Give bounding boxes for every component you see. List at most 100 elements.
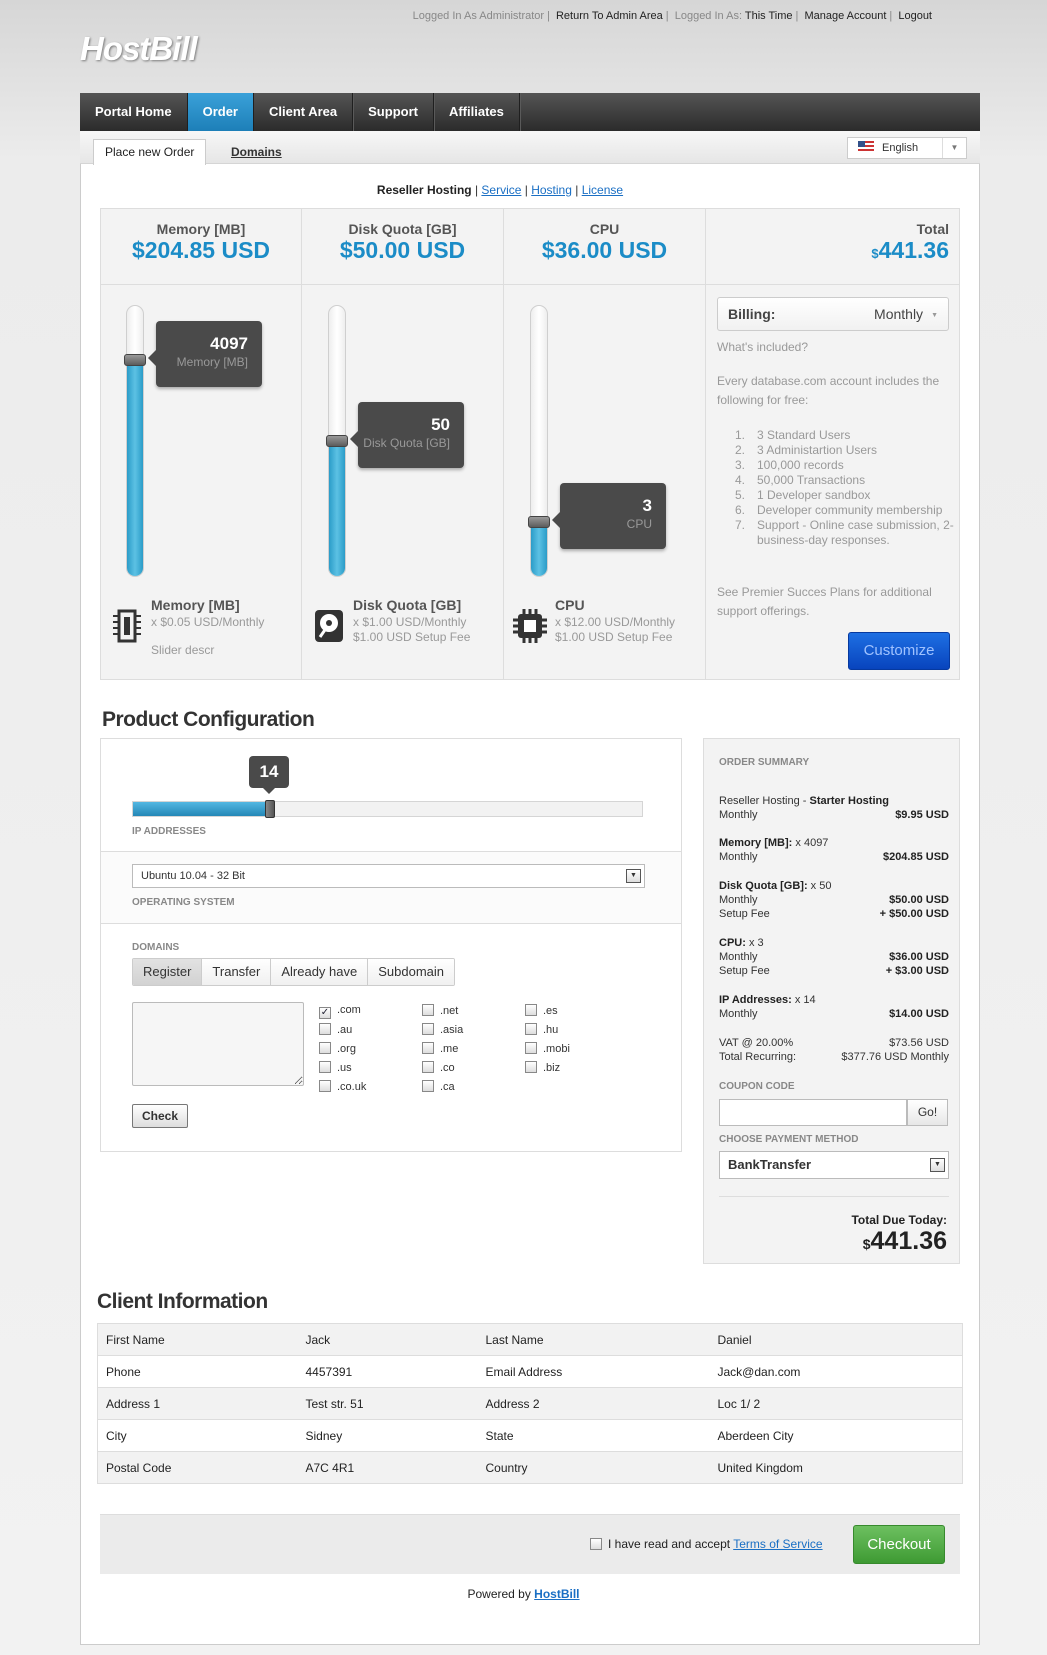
check-button[interactable]: Check [132,1104,188,1128]
checkbox[interactable] [319,1080,331,1092]
disk-slider-fill [329,441,345,576]
coupon-go-button[interactable]: Go! [907,1099,948,1126]
billing-cycle-select[interactable]: Billing: Monthly [717,297,949,331]
domain-textarea[interactable] [132,1002,304,1086]
included-outro: See Premier Succes Plans for additional … [717,585,932,618]
table-row: Address 1 Test str. 51 Address 2 Loc 1/ 2 [97,1387,963,1420]
field-value: Jack [297,1323,478,1356]
tab-place-new-order[interactable]: Place new Order [93,139,207,165]
table-row: First Name Jack Last Name Daniel [97,1323,963,1356]
summary-cpu-cycle: Monthly $36.00 USD [719,951,949,963]
checkbox[interactable] [422,1004,434,1016]
table-row: Phone 4457391 Email Address Jack@dan.com [97,1355,963,1388]
checkbox[interactable] [319,1061,331,1073]
memory-slider-thumb[interactable] [124,354,146,366]
field-label: City [97,1419,298,1452]
memory-slider[interactable] [126,305,144,577]
tld-option[interactable]: .ca [422,1080,455,1093]
terms-checkbox[interactable]: I have read and accept Terms of Service [590,1537,823,1551]
nav-client-area[interactable]: Client Area [254,93,354,131]
nav-order[interactable]: Order [187,93,254,131]
field-label: Address 2 [477,1387,710,1420]
summary-ip: IP Addresses: x 14 [719,994,816,1006]
checkbox[interactable] [422,1042,434,1054]
coupon-input[interactable] [719,1099,907,1126]
tld-option[interactable]: .co [422,1061,455,1074]
tab-transfer[interactable]: Transfer [202,959,272,985]
checkbox[interactable] [525,1042,537,1054]
hostbill-logo[interactable]: HostBill [80,30,198,68]
checkbox[interactable] [319,1023,331,1035]
tab-register[interactable]: Register [133,959,203,985]
ip-slider[interactable] [132,800,643,818]
checkbox[interactable] [319,1042,331,1054]
memory-chip-icon [113,609,141,643]
checkbox[interactable] [525,1061,537,1073]
tld-option[interactable]: .org [319,1042,356,1055]
breadcrumb-service[interactable]: Service [481,183,521,197]
tld-label: .us [337,1062,352,1074]
tld-label: .biz [543,1062,561,1074]
tld-option[interactable]: .es [525,1004,558,1017]
nav-support[interactable]: Support [353,93,434,131]
checkbox[interactable] [422,1023,434,1035]
logout-link[interactable]: Logout [898,10,932,22]
terms-link[interactable]: Terms of Service [733,1537,822,1551]
tooltip-unit: CPU [626,517,652,531]
memory-slider-fill [127,360,143,576]
breadcrumb-hosting[interactable]: Hosting [531,183,572,197]
language-select[interactable]: English ▼ [847,137,967,159]
tab-subdomain[interactable]: Subdomain [368,959,455,985]
cpu-slider[interactable] [530,305,548,577]
checkbox[interactable] [590,1538,602,1550]
os-select[interactable]: Ubuntu 10.04 - 32 Bit ▼ [132,864,645,888]
total-label: Total [916,221,949,237]
ip-slider-thumb[interactable] [265,800,276,818]
tld-option[interactable]: .us [319,1061,352,1074]
field-value: Jack@dan.com [709,1355,963,1388]
manage-account-link[interactable]: Manage Account [804,10,886,22]
included-intro: Every database.com account includes the … [717,374,940,407]
tld-option[interactable]: .net [422,1004,458,1017]
column-price: $204.85 USD [131,237,271,263]
tld-option[interactable]: .au [319,1023,352,1036]
tld-option[interactable]: ✓ .com [319,1004,361,1019]
return-admin-link[interactable]: Return To Admin Area [556,10,663,22]
tld-option[interactable]: .co.uk [319,1080,366,1093]
hostbill-link[interactable]: HostBill [534,1587,579,1601]
payment-method-select[interactable]: BankTransfer ▼ [719,1151,949,1179]
checkout-button[interactable]: Checkout [853,1525,945,1564]
checkbox[interactable] [525,1023,537,1035]
tld-option[interactable]: .me [422,1042,458,1055]
chevron-down-icon: ▼ [626,869,641,883]
checkbox[interactable] [422,1061,434,1073]
tooltip-unit: Disk Quota [GB] [363,436,450,450]
checkbox[interactable] [422,1080,434,1092]
tab-already-have[interactable]: Already have [271,959,369,985]
included-list-item: 3. 100,000 records [735,458,844,472]
cpu-slider-thumb[interactable] [528,516,550,528]
memory-slider-descr: Slider descr [151,643,215,657]
disk-slider-thumb[interactable] [326,435,348,447]
tld-option[interactable]: .asia [422,1023,463,1036]
tab-domains[interactable]: Domains [231,145,282,159]
tld-label: .mobi [543,1043,570,1055]
payment-method-value: BankTransfer [728,1157,812,1172]
tld-option[interactable]: .hu [525,1023,558,1036]
customize-button[interactable]: Customize [848,632,950,670]
tld-option[interactable]: .biz [525,1061,560,1074]
checkbox[interactable] [525,1004,537,1016]
cpu-slider-fill [531,522,547,576]
nav-affiliates[interactable]: Affiliates [434,93,520,131]
payment-method-label: CHOOSE PAYMENT METHOD [719,1134,859,1145]
total-due-amount: $441.36 [862,1227,947,1255]
language-value: English [882,142,919,154]
breadcrumb-license[interactable]: License [582,183,623,197]
nav-portal-home[interactable]: Portal Home [80,93,188,131]
disk-tooltip: 50 Disk Quota [GB] [350,402,464,468]
field-label: Last Name [477,1323,710,1356]
checkbox-checked[interactable]: ✓ [319,1007,331,1019]
tld-option[interactable]: .mobi [525,1042,570,1055]
field-label: Email Address [477,1355,710,1388]
powered-by: Powered by HostBill [467,1587,580,1601]
